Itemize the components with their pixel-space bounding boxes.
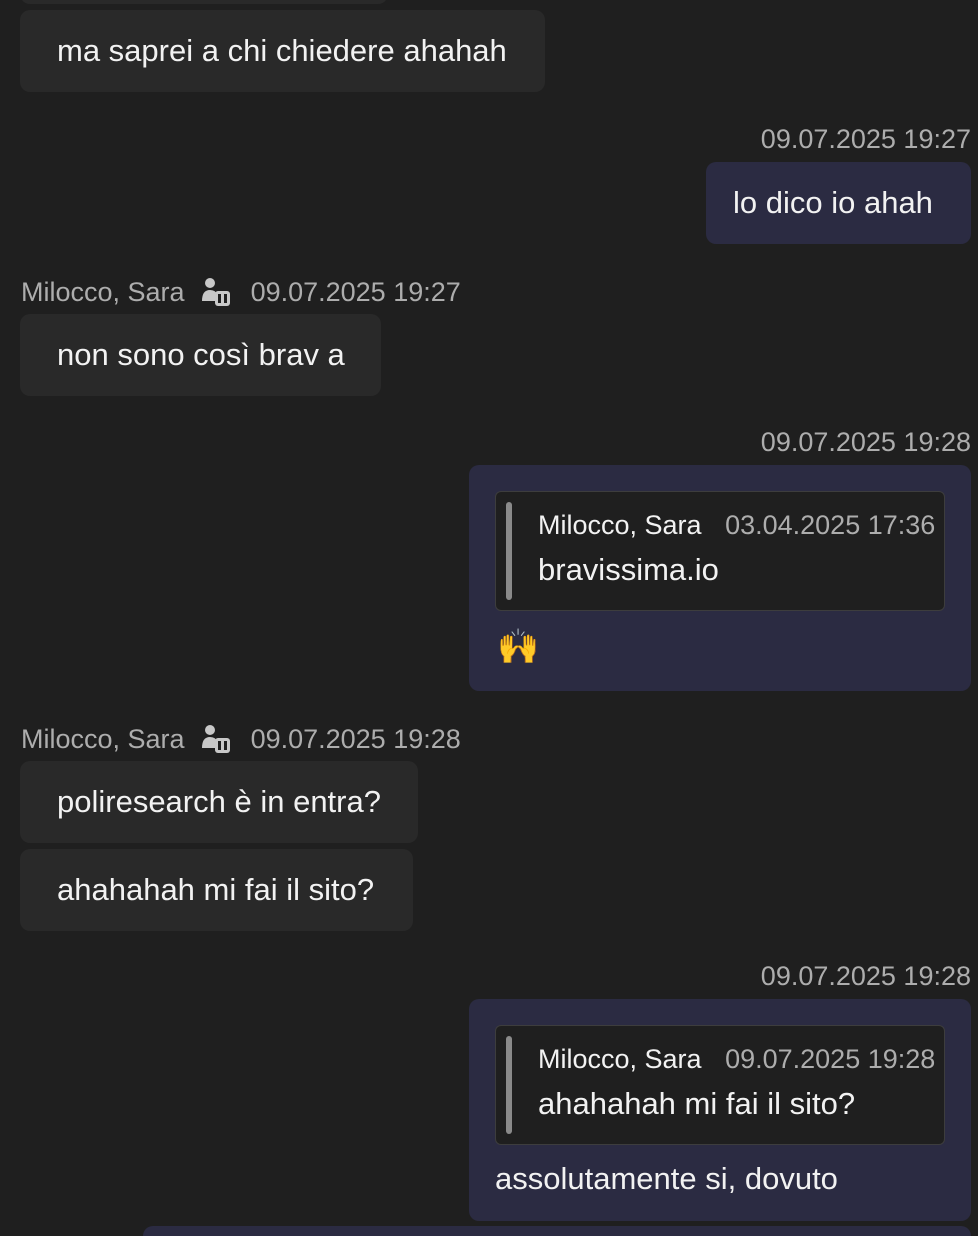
quote-header: Milocco, Sara 09.07.2025 19:28 bbox=[538, 1044, 935, 1075]
quote-text: ahahahah mi fai il sito? bbox=[538, 1086, 856, 1121]
message-header: Milocco, Sara 09.07.2025 19:28 bbox=[21, 721, 461, 757]
message-bubble-incoming[interactable]: ma saprei a chi chiedere ahahah bbox=[20, 10, 545, 92]
quoted-message[interactable]: Milocco, Sara 03.04.2025 17:36 bravissim… bbox=[495, 491, 945, 611]
message-bubble-incoming[interactable]: ahahahah mi fai il sito? bbox=[20, 849, 413, 931]
presence-away-icon bbox=[201, 725, 230, 753]
quoted-message[interactable]: Milocco, Sara 09.07.2025 19:28 ahahahah … bbox=[495, 1025, 945, 1145]
quote-bar bbox=[506, 502, 512, 600]
message-timestamp: 09.07.2025 19:27 bbox=[250, 276, 461, 307]
message-bubble-outgoing[interactable]: Milocco, Sara 09.07.2025 19:28 ahahahah … bbox=[469, 999, 971, 1221]
message-bubble-incoming[interactable]: non sono così brav a bbox=[20, 314, 381, 396]
message-text: non sono così brav a bbox=[57, 337, 345, 372]
message-bubble-partial[interactable] bbox=[20, 0, 388, 4]
quote-bar bbox=[506, 1036, 512, 1134]
message-bubble-partial[interactable] bbox=[143, 1226, 971, 1236]
message-text: poliresearch è in entra? bbox=[57, 784, 381, 819]
quote-timestamp: 03.04.2025 17:36 bbox=[725, 510, 936, 540]
presence-away-icon bbox=[201, 278, 230, 306]
message-timestamp: 09.07.2025 19:28 bbox=[760, 961, 971, 991]
message-header: Milocco, Sara 09.07.2025 19:27 bbox=[21, 274, 461, 310]
message-text: ahahahah mi fai il sito? bbox=[57, 872, 375, 907]
message-text: lo dico io ahah bbox=[733, 185, 933, 220]
quote-timestamp: 09.07.2025 19:28 bbox=[725, 1044, 936, 1074]
message-timestamp: 09.07.2025 19:28 bbox=[760, 427, 971, 457]
quote-author: Milocco, Sara bbox=[538, 1044, 702, 1074]
quote-text: bravissima.io bbox=[538, 552, 719, 587]
sender-name[interactable]: Milocco, Sara bbox=[21, 724, 185, 755]
quote-author: Milocco, Sara bbox=[538, 510, 702, 540]
quote-header: Milocco, Sara 03.04.2025 17:36 bbox=[538, 510, 935, 541]
sender-name[interactable]: Milocco, Sara bbox=[21, 277, 185, 308]
message-timestamp: 09.07.2025 19:28 bbox=[250, 723, 461, 754]
message-bubble-outgoing[interactable]: lo dico io ahah bbox=[706, 162, 971, 244]
message-timestamp: 09.07.2025 19:27 bbox=[760, 124, 971, 154]
raising-hands-emoji: 🙌 bbox=[497, 628, 540, 666]
chat-thread: ma saprei a chi chiedere ahahah 09.07.20… bbox=[0, 0, 978, 1236]
message-bubble-incoming[interactable]: poliresearch è in entra? bbox=[20, 761, 418, 843]
message-bubble-outgoing[interactable]: Milocco, Sara 03.04.2025 17:36 bravissim… bbox=[469, 465, 971, 691]
message-text: ma saprei a chi chiedere ahahah bbox=[57, 33, 507, 68]
message-text: assolutamente si, dovuto bbox=[495, 1161, 838, 1196]
